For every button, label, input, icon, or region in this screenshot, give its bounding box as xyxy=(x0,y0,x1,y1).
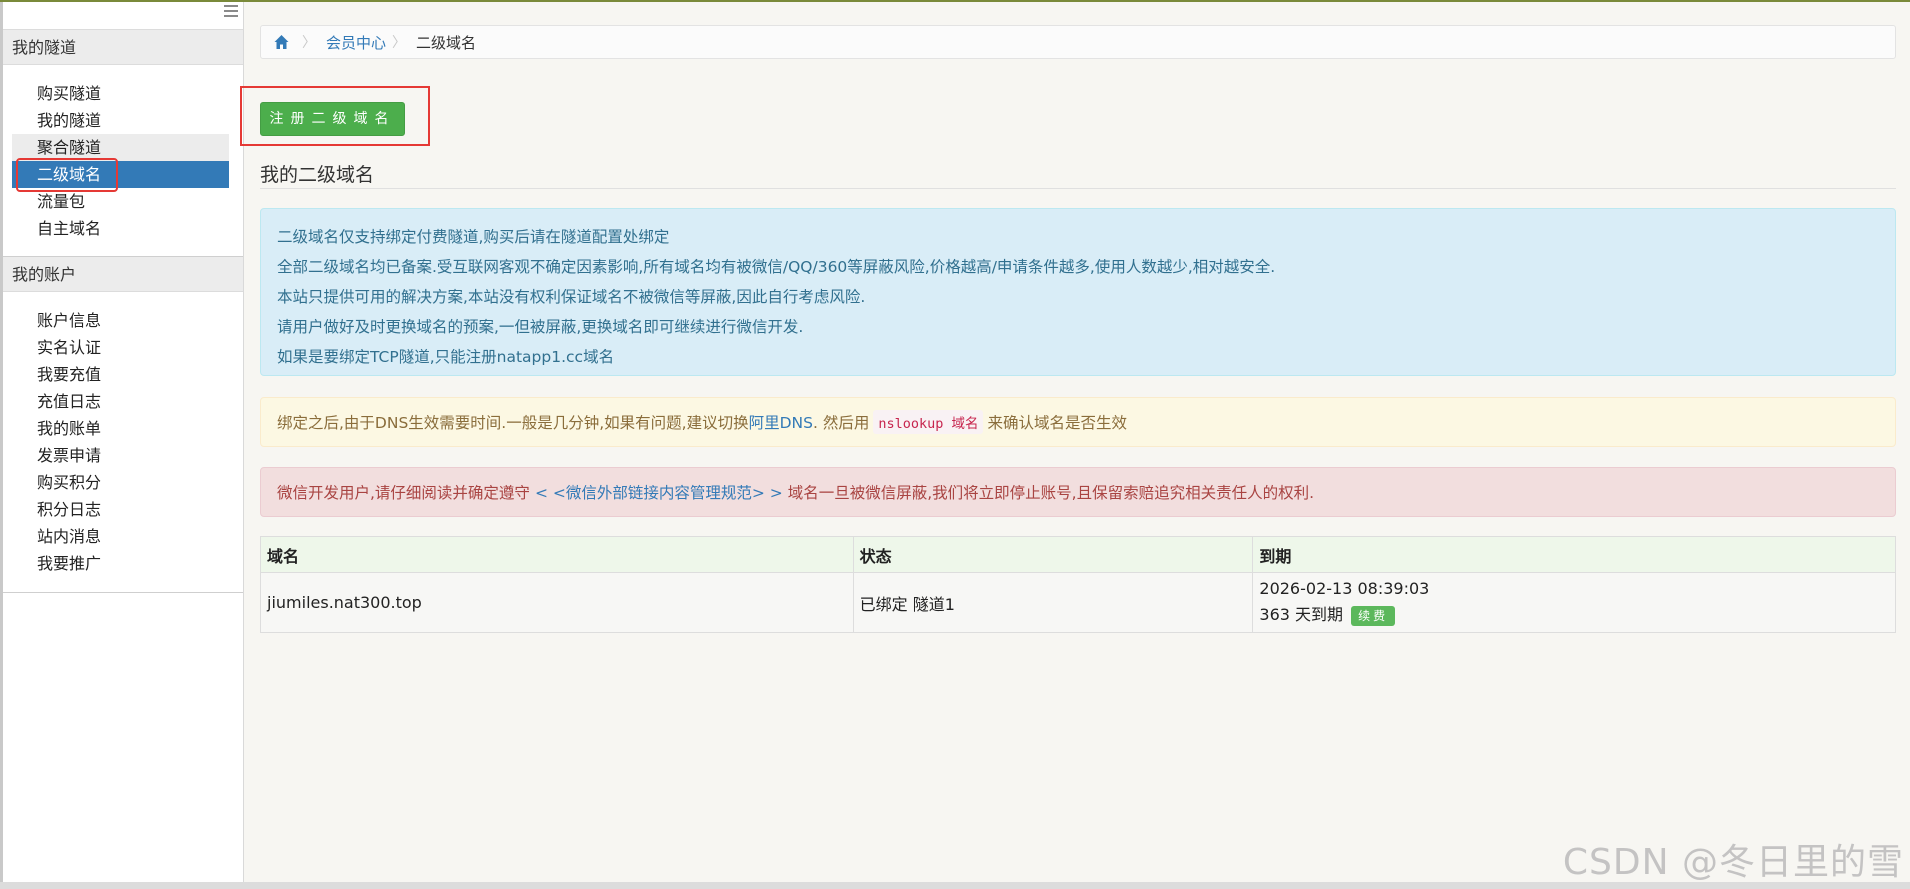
column-header-status: 状态 xyxy=(852,536,1254,573)
page-title: 我的二级域名 xyxy=(260,157,1896,189)
danger-text: 微信开发用户,请仔细阅读并确定遵守 xyxy=(277,484,530,502)
wechat-policy-link[interactable]: < <微信外部链接内容管理规范> > xyxy=(535,481,783,503)
warning-text: 来确认域名是否生效 xyxy=(987,414,1127,432)
warning-text: 绑定之后,由于DNS生效需要时间.一般是几分钟,如果有问题,建议切换 xyxy=(277,414,749,432)
sidebar-item-buy-points[interactable]: 购买积分 xyxy=(12,469,229,496)
sidebar-item-my-tunnels[interactable]: 我的隧道 xyxy=(12,107,229,134)
sidebar-item-custom-domain[interactable]: 自主域名 xyxy=(12,215,229,242)
breadcrumb-current: 二级域名 xyxy=(416,33,477,52)
home-icon[interactable] xyxy=(273,34,290,50)
table-row: jiumiles.nat300.top 已绑定 隧道1 2026-02-13 0… xyxy=(260,572,1896,633)
breadcrumb-separator: 〉 xyxy=(302,35,316,51)
collapse-menu-icon[interactable] xyxy=(224,5,238,17)
sidebar-item-aggregate-tunnel[interactable]: 聚合隧道 xyxy=(12,134,229,161)
sidebar-item-invoice[interactable]: 发票申请 xyxy=(12,442,229,469)
table-header-row: 域名 状态 到期 xyxy=(260,536,1896,573)
danger-text: 域名一旦被微信屏蔽,我们将立即停止账号,且保留索赔追究相关责任人的权利. xyxy=(787,484,1315,502)
nslookup-code: nslookup 域名 xyxy=(873,410,984,434)
info-line: 二级域名仅支持绑定付费隧道,购买后请在隧道配置处绑定 xyxy=(277,228,670,246)
sidebar-item-messages[interactable]: 站内消息 xyxy=(12,523,229,550)
dns-warning-alert: 绑定之后,由于DNS生效需要时间.一般是几分钟,如果有问题,建议切换 阿里DNS… xyxy=(260,397,1896,447)
info-line: 全部二级域名均已备案.受互联网客观不确定因素影响,所有域名均有被微信/QQ/36… xyxy=(277,258,1276,276)
sidebar-item-buy-tunnel[interactable]: 购买隧道 xyxy=(12,80,229,107)
aliyun-dns-link[interactable]: 阿里DNS xyxy=(749,411,813,433)
sidebar-item-promotion[interactable]: 我要推广 xyxy=(12,550,229,577)
breadcrumb-separator: 〉 xyxy=(392,35,407,51)
days-left: 363 天到期 xyxy=(1259,605,1344,624)
column-header-expire: 到期 xyxy=(1252,536,1896,573)
sidebar-section-account: 我的账户 xyxy=(3,256,243,292)
info-alert: 二级域名仅支持绑定付费隧道,购买后请在隧道配置处绑定 全部二级域名均已备案.受互… xyxy=(260,208,1896,376)
expire-cell: 2026-02-13 08:39:03 363 天到期 续费 xyxy=(1252,572,1896,633)
breadcrumb: 〉 会员中心 〉 二级域名 xyxy=(260,25,1896,59)
info-line: 请用户做好及时更换域名的预案,一但被屏蔽,更换域名即可继续进行微信开发. xyxy=(277,318,804,336)
info-line: 如果是要绑定TCP隧道,只能注册natapp1.cc域名 xyxy=(277,348,615,366)
sidebar-item-account-info[interactable]: 账户信息 xyxy=(12,307,229,334)
sidebar-item-bills[interactable]: 我的账单 xyxy=(12,415,229,442)
column-header-domain: 域名 xyxy=(260,536,854,573)
main-content: 〉 会员中心 〉 二级域名 注册二级域名 我的二级域名 二级域名仅支持绑定付费隧… xyxy=(240,0,1896,889)
sidebar-item-recharge-log[interactable]: 充值日志 xyxy=(12,388,229,415)
expire-time: 2026-02-13 08:39:03 xyxy=(1259,579,1430,598)
tunnel-menu: 购买隧道 我的隧道 聚合隧道 二级域名 流量包 自主域名 xyxy=(3,65,243,256)
sidebar-item-verification[interactable]: 实名认证 xyxy=(12,334,229,361)
sidebar: 我的隧道 购买隧道 我的隧道 聚合隧道 二级域名 流量包 自主域名 我的账户 账… xyxy=(0,2,244,882)
sidebar-item-points-log[interactable]: 积分日志 xyxy=(12,496,229,523)
domain-cell: jiumiles.nat300.top xyxy=(260,572,854,633)
info-line: 本站只提供可用的解决方案,本站没有权利保证域名不被微信等屏蔽,因此自行考虑风险. xyxy=(277,288,866,306)
sidebar-item-recharge[interactable]: 我要充值 xyxy=(12,361,229,388)
wechat-danger-alert: 微信开发用户,请仔细阅读并确定遵守 < <微信外部链接内容管理规范> > 域名一… xyxy=(260,467,1896,517)
sidebar-divider xyxy=(3,592,243,593)
sidebar-item-traffic-pack[interactable]: 流量包 xyxy=(12,188,229,215)
status-cell: 已绑定 隧道1 xyxy=(852,572,1254,633)
account-menu: 账户信息 实名认证 我要充值 充值日志 我的账单 发票申请 购买积分 积分日志 … xyxy=(3,292,243,591)
register-subdomain-button[interactable]: 注册二级域名 xyxy=(260,102,405,136)
breadcrumb-member-center[interactable]: 会员中心 xyxy=(326,32,386,53)
subdomain-table: 域名 状态 到期 jiumiles.nat300.top 已绑定 隧道1 202… xyxy=(260,536,1896,633)
renew-button[interactable]: 续费 xyxy=(1351,606,1396,626)
watermark: CSDN @冬日里的雪 xyxy=(1562,842,1904,883)
warning-text: . 然后用 xyxy=(812,414,870,432)
sidebar-item-subdomain[interactable]: 二级域名 xyxy=(12,158,229,192)
sidebar-section-tunnels: 我的隧道 xyxy=(3,29,243,65)
